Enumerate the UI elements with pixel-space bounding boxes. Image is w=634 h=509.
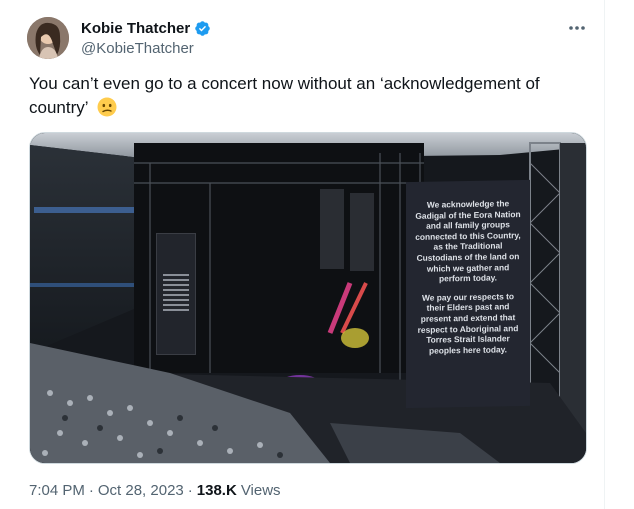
stage-screen: We acknowledge the Gadigal of the Eora N…: [406, 179, 530, 409]
tweet-photo[interactable]: We acknowledge the Gadigal of the Eora N…: [29, 132, 587, 464]
more-horizontal-icon[interactable]: [565, 16, 589, 40]
tweet-time[interactable]: 7:04 PM: [29, 482, 85, 499]
screen-paragraph-2: We pay our respects to their Elders past…: [417, 290, 519, 356]
author-name[interactable]: Kobie Thatcher: [81, 20, 190, 37]
views-label: Views: [240, 482, 281, 499]
meta-separator: ·: [88, 482, 94, 499]
avatar[interactable]: [27, 17, 69, 59]
tweet-date[interactable]: Oct 28, 2023: [98, 482, 184, 499]
side-screen: [156, 233, 196, 355]
author-handle[interactable]: @KobieThatcher: [81, 40, 194, 57]
verified-badge-icon[interactable]: [194, 20, 211, 37]
avatar-image: [27, 17, 69, 59]
tweet-text: You can’t even go to a concert now witho…: [29, 72, 589, 120]
author-name-row: Kobie Thatcher: [81, 20, 211, 37]
confused-face-emoji: [97, 97, 117, 117]
meta-separator-2: ·: [187, 482, 193, 499]
views-count[interactable]: 138.K: [197, 482, 237, 499]
tweet-meta: 7:04 PM · Oct 28, 2023 · 138.K Views: [29, 482, 281, 499]
timeline-divider: [604, 0, 605, 509]
screen-paragraph-1: We acknowledge the Gadigal of the Eora N…: [415, 198, 521, 284]
